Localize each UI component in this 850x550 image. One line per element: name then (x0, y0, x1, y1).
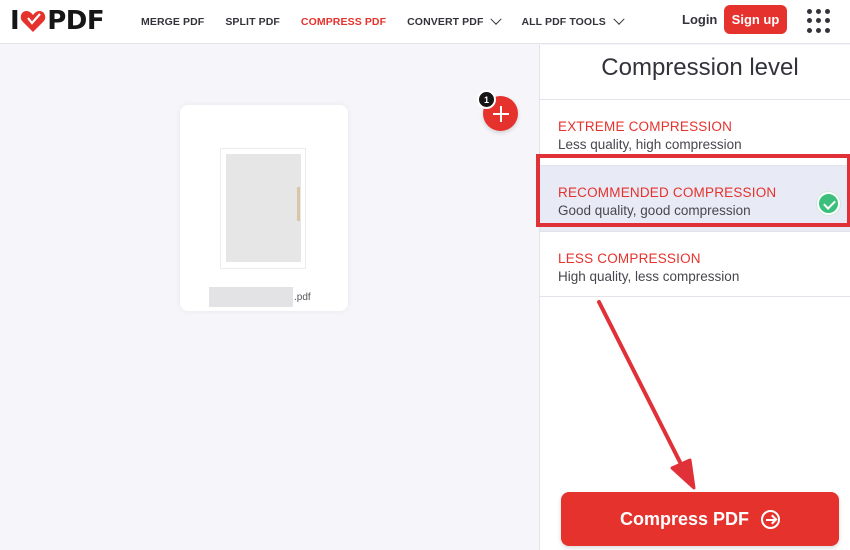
nav-compress-pdf[interactable]: COMPRESS PDF (301, 16, 386, 28)
compress-button-label: Compress PDF (619, 508, 750, 529)
signup-button[interactable]: Sign up (724, 5, 787, 34)
option-title: EXTREME COMPRESSION (558, 119, 733, 134)
file-extension: .pdf (294, 291, 311, 303)
nav-label: CONVERT PDF (407, 16, 484, 28)
login-link[interactable]: Login (682, 12, 717, 27)
check-icon (817, 192, 840, 215)
option-title: RECOMMENDED COMPRESSION (558, 185, 777, 200)
arrow-right-circle-icon (761, 509, 781, 529)
top-navbar: I PDF MERGE PDF SPLIT PDF COMPRESS PDF C… (0, 0, 850, 44)
logo-wordmark: PDF (47, 6, 105, 36)
pdf-page-edge (297, 187, 300, 221)
option-recommended-compression[interactable]: RECOMMENDED COMPRESSION Good quality, go… (540, 165, 850, 231)
option-title: LESS COMPRESSION (558, 251, 701, 266)
chevron-down-icon (613, 13, 625, 25)
option-description: Good quality, good compression (558, 203, 751, 218)
sidebar-title: Compression level (601, 54, 799, 81)
apps-grid-icon[interactable] (807, 9, 831, 33)
file-workspace: .pdf 1 (0, 45, 539, 550)
nav-all-pdf-tools[interactable]: ALL PDF TOOLS (521, 13, 625, 28)
nav-label: SPLIT PDF (225, 16, 280, 28)
nav-split-pdf[interactable]: SPLIT PDF (225, 16, 280, 28)
file-name: .pdf (209, 287, 311, 307)
chevron-down-icon (490, 13, 503, 25)
nav-convert-pdf[interactable]: CONVERT PDF (407, 13, 503, 28)
nav-label: MERGE PDF (141, 16, 205, 28)
option-extreme-compression[interactable]: EXTREME COMPRESSION Less quality, high c… (540, 99, 850, 165)
nav-merge-pdf[interactable]: MERGE PDF (141, 16, 204, 28)
file-card[interactable]: .pdf (180, 105, 348, 311)
nav-label: COMPRESS PDF (300, 16, 387, 28)
option-description: Less quality, high compression (558, 137, 742, 152)
pdf-page-preview (226, 154, 301, 262)
compress-pdf-button[interactable]: Compress PDF (561, 492, 839, 546)
heart-icon (20, 11, 46, 32)
file-count-badge: 1 (477, 90, 496, 109)
main-nav: MERGE PDF SPLIT PDF COMPRESS PDF CONVERT… (141, 0, 644, 44)
option-description: High quality, less compression (558, 269, 740, 284)
nav-label: ALL PDF TOOLS (521, 16, 606, 28)
options-sidebar: Compression level EXTREME COMPRESSION Le… (536, 45, 850, 550)
logo-letter: I (10, 6, 20, 36)
pdf-thumbnail (220, 148, 306, 269)
file-name-redacted (209, 287, 293, 307)
option-less-compression[interactable]: LESS COMPRESSION High quality, less comp… (540, 231, 850, 297)
ilovepdf-logo[interactable]: I PDF (10, 6, 105, 36)
